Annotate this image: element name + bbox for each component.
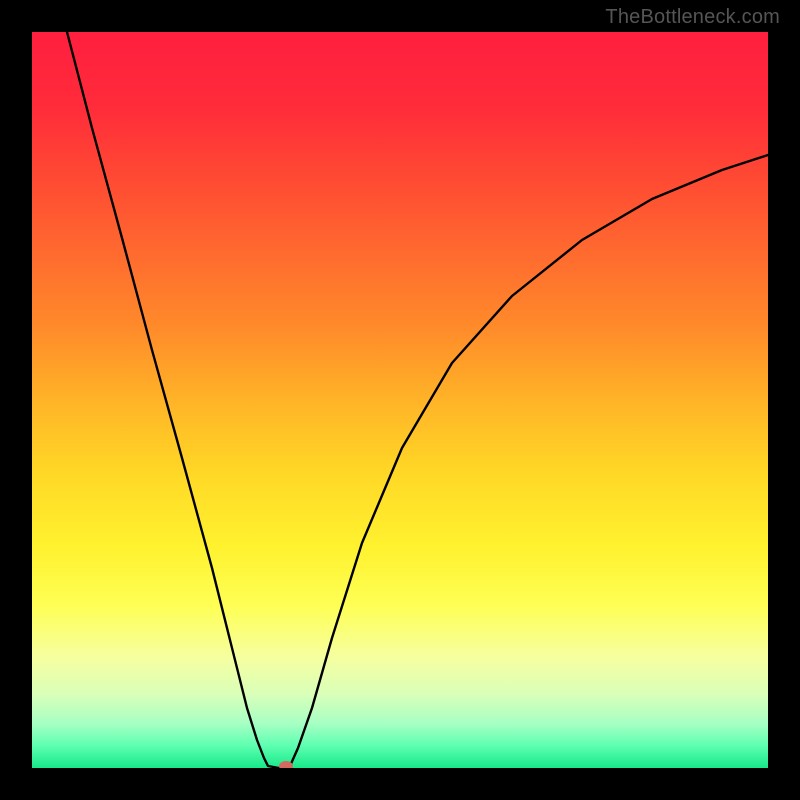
chart-frame [32,32,768,768]
bottleneck-chart [32,32,768,768]
watermark-label: TheBottleneck.com [605,6,780,29]
chart-background [32,32,768,768]
